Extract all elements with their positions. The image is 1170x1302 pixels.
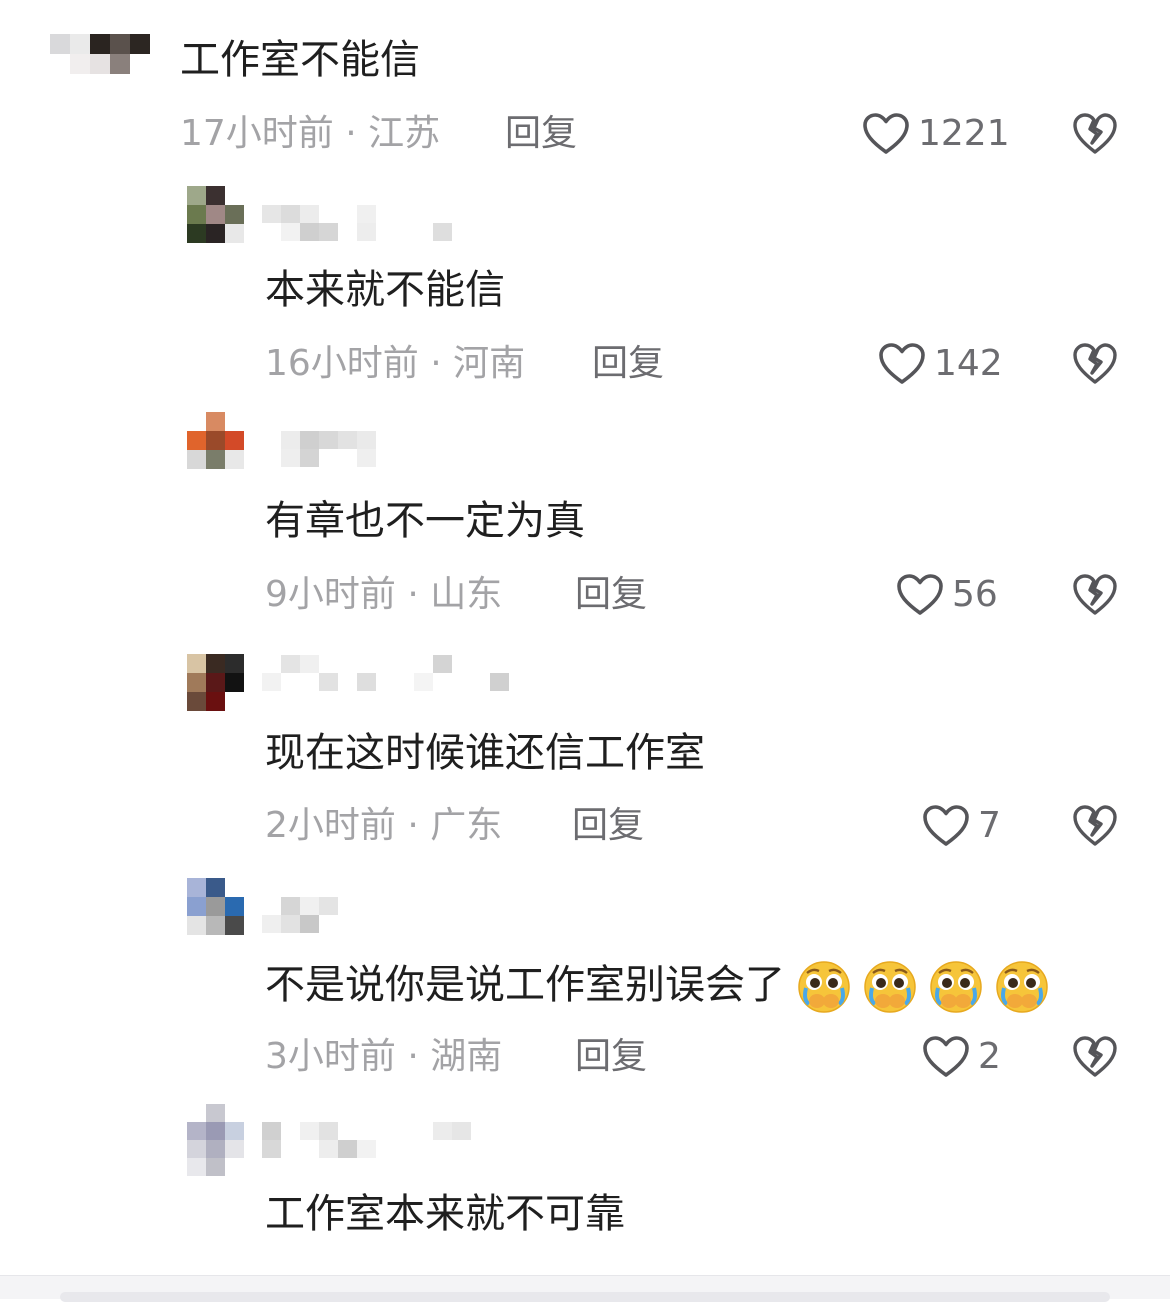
dislike-button[interactable] — [1072, 342, 1118, 386]
comment-text: 不是说你是说工作室别误会了 — [265, 957, 1049, 1014]
like-button[interactable]: 1221 — [862, 112, 1010, 156]
avatar[interactable] — [187, 654, 244, 711]
comment-text: 现在这时候谁还信工作室 — [265, 730, 705, 776]
like-button[interactable]: 56 — [896, 573, 998, 617]
reply-button[interactable]: 回复 — [575, 1035, 647, 1079]
heart-outline-icon — [922, 804, 970, 848]
crying-face-emoji — [797, 960, 851, 1014]
meta-separator: · — [407, 805, 419, 846]
input-pill[interactable] — [60, 1292, 1110, 1302]
crying-face-emoji — [929, 960, 983, 1014]
broken-heart-icon — [1072, 804, 1118, 848]
reply-button[interactable]: 回复 — [575, 573, 647, 617]
comment-thread: 工作室不能信 17小时前 · 江苏 回复 1221 本来就不能信 16小时前 ·… — [0, 0, 1170, 1302]
comment-region: 江苏 — [368, 113, 441, 154]
like-count: 142 — [934, 343, 1003, 384]
broken-heart-icon — [1072, 1035, 1118, 1079]
username[interactable] — [262, 1122, 471, 1158]
scroll-fade — [0, 1258, 1170, 1276]
reply-button[interactable]: 回复 — [505, 112, 577, 156]
meta-separator: · — [407, 1036, 419, 1077]
username[interactable] — [262, 205, 452, 241]
username[interactable] — [262, 655, 509, 691]
comment-meta: 3小时前 · 湖南 — [265, 1035, 502, 1079]
comment-text: 工作室不能信 — [180, 37, 420, 83]
comment-region: 湖南 — [430, 1036, 503, 1077]
comment-time: 16小时前 — [265, 343, 419, 384]
like-button[interactable]: 142 — [878, 342, 1003, 386]
comment-time: 9小时前 — [265, 574, 396, 615]
broken-heart-icon — [1072, 342, 1118, 386]
meta-separator: · — [345, 113, 357, 154]
dislike-button[interactable] — [1072, 1035, 1118, 1079]
comment-meta: 9小时前 · 山东 — [265, 573, 502, 617]
like-count: 56 — [952, 574, 998, 615]
heart-outline-icon — [878, 342, 926, 386]
username[interactable] — [281, 431, 376, 467]
comment-time: 3小时前 — [265, 1036, 396, 1077]
comment-region: 广东 — [430, 805, 503, 846]
like-button[interactable]: 2 — [922, 1035, 1001, 1079]
comment-region: 河南 — [453, 343, 526, 384]
comment-text: 工作室本来就不可靠 — [265, 1191, 625, 1237]
meta-separator: · — [430, 343, 442, 384]
comment-meta: 2小时前 · 广东 — [265, 804, 502, 848]
reply-button[interactable]: 回复 — [592, 342, 664, 386]
heart-outline-icon — [896, 573, 944, 617]
avatar[interactable] — [187, 186, 244, 243]
comment-meta: 16小时前 · 河南 — [265, 342, 525, 386]
avatar[interactable] — [187, 1104, 244, 1176]
comment-time: 17小时前 — [180, 113, 334, 154]
dislike-button[interactable] — [1072, 804, 1118, 848]
like-count: 7 — [978, 805, 1001, 846]
avatar[interactable] — [187, 878, 244, 935]
heart-outline-icon — [922, 1035, 970, 1079]
crying-face-emoji — [863, 960, 917, 1014]
meta-separator: · — [407, 574, 419, 615]
comment-text: 有章也不一定为真 — [265, 498, 585, 544]
avatar[interactable] — [50, 34, 150, 74]
username[interactable] — [262, 897, 357, 933]
like-button[interactable]: 7 — [922, 804, 1001, 848]
dislike-button[interactable] — [1072, 112, 1118, 156]
broken-heart-icon — [1072, 573, 1118, 617]
comment-meta: 17小时前 · 江苏 — [180, 112, 440, 156]
bottom-input-bar[interactable] — [0, 1275, 1170, 1302]
crying-face-emoji — [995, 960, 1049, 1014]
dislike-button[interactable] — [1072, 573, 1118, 617]
reply-button[interactable]: 回复 — [572, 804, 644, 848]
comment-time: 2小时前 — [265, 805, 396, 846]
comment-region: 山东 — [430, 574, 503, 615]
broken-heart-icon — [1072, 112, 1118, 156]
like-count: 1221 — [918, 113, 1010, 154]
comment-text-content: 不是说你是说工作室别误会了 — [265, 962, 785, 1008]
like-count: 2 — [978, 1036, 1001, 1077]
heart-outline-icon — [862, 112, 910, 156]
avatar[interactable] — [187, 412, 244, 469]
comment-text: 本来就不能信 — [265, 267, 505, 313]
